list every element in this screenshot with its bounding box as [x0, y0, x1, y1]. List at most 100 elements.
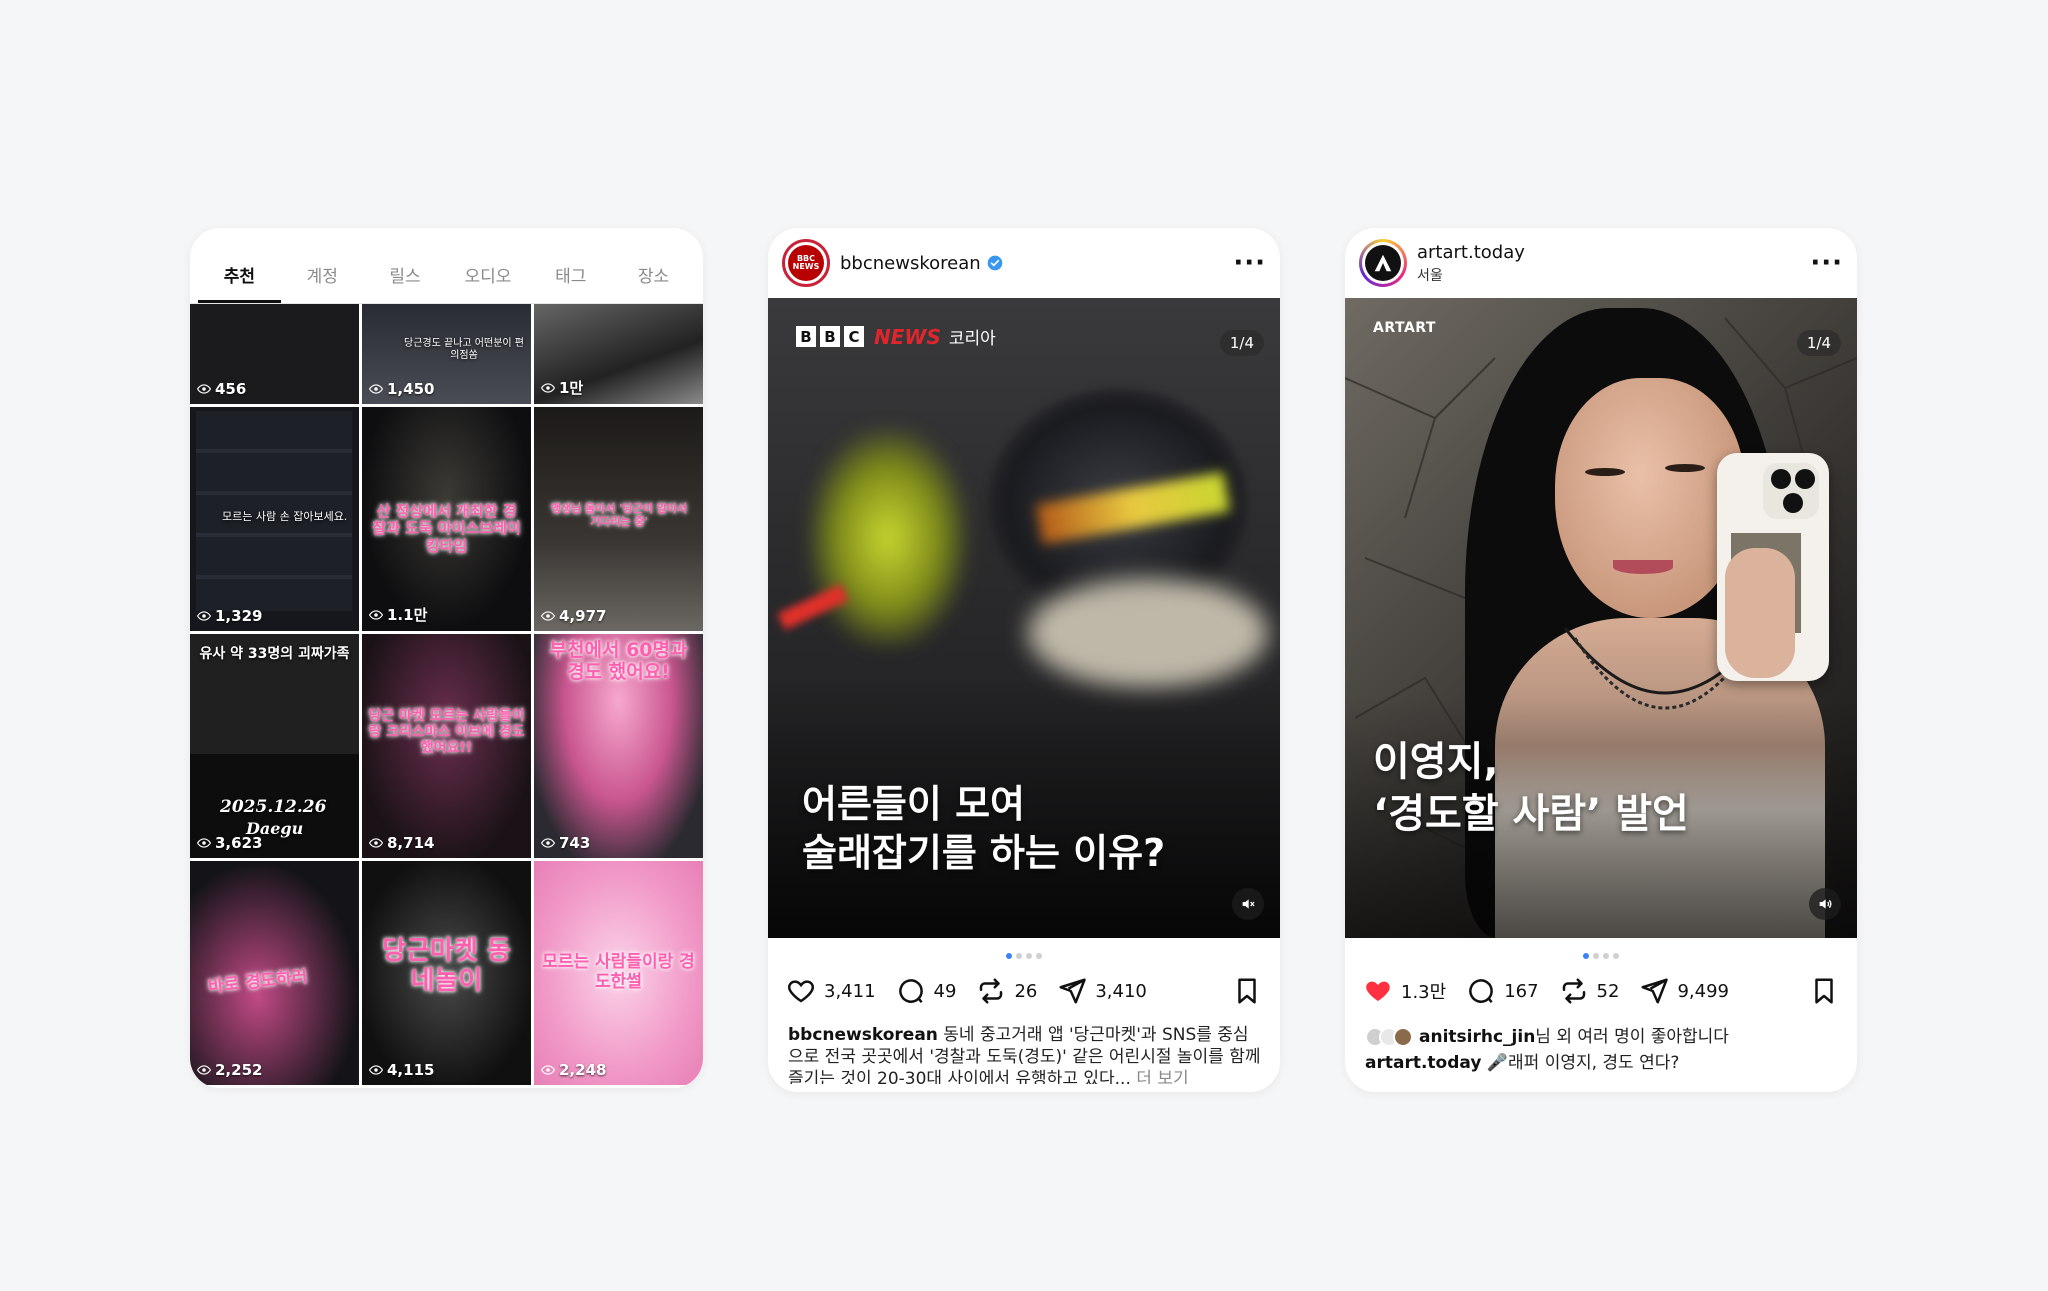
eye-left — [1585, 468, 1625, 476]
post-caption: bbcnewskorean 동네 중고거래 앱 '당근마켓'과 SNS를 중심으… — [788, 1024, 1262, 1084]
liker-avatars[interactable] — [1365, 1027, 1413, 1048]
eye-right — [1665, 464, 1705, 472]
bookmark-icon — [1238, 978, 1256, 1004]
grid-tile[interactable]: 456 — [190, 304, 359, 404]
sound-on-icon[interactable] — [1809, 888, 1841, 920]
artart-logo-icon — [1365, 245, 1401, 281]
share-button[interactable]: 9,499 — [1639, 976, 1729, 1006]
view-count: 1,329 — [197, 607, 262, 625]
mute-icon[interactable] — [1232, 888, 1264, 920]
tab-recommended[interactable]: 추천 — [198, 262, 281, 303]
eye-icon — [197, 838, 211, 848]
like-button[interactable]: 1.3만 — [1363, 976, 1446, 1006]
more-options-icon[interactable]: ··· — [1810, 250, 1843, 276]
heart-icon — [788, 980, 814, 1003]
like-button[interactable]: 3,411 — [786, 976, 876, 1006]
send-icon — [1641, 978, 1669, 1004]
post-header: artart.today 서울 ··· — [1345, 228, 1857, 298]
grid-tile[interactable]: 1만 — [534, 304, 703, 404]
explore-grid-card: 추천 계정 릴스 오디오 태그 장소 456 당근경도 끝나고 어떤분이 편의점… — [190, 228, 703, 1088]
account-name[interactable]: bbcnewskorean — [840, 253, 1003, 274]
post-header: BBC NEWS bbcnewskorean ··· — [768, 228, 1280, 298]
tab-tags[interactable]: 태그 — [529, 262, 612, 303]
grid-tile[interactable]: 당근마켓 동네놀이 4,115 — [362, 861, 531, 1085]
post-media[interactable]: B B C NEWS 코리아 1/4 어른들이 모여 술래잡기를 하는 이유? — [768, 298, 1280, 938]
bookmark-icon — [1815, 978, 1833, 1004]
view-count: 3,623 — [197, 834, 262, 852]
grid-tile[interactable]: 당근 마켓 모르는 사람들이랑 크리스마스 이브에 경도했어요!! 8,714 — [362, 634, 531, 858]
brand-label: ARTART — [1373, 320, 1436, 336]
repost-icon — [1562, 978, 1585, 1004]
liker-username[interactable]: anitsirhc_jin — [1419, 1027, 1535, 1047]
grid-tile[interactable]: 당근경도 끝나고 어떤분이 편의점쏨 1,450 — [362, 304, 531, 404]
comment-button[interactable]: 167 — [1466, 976, 1539, 1006]
view-count: 1.1만 — [369, 604, 427, 625]
hand — [1725, 548, 1795, 678]
grid-tile[interactable]: 바로 경도하러 2,252 — [190, 861, 359, 1085]
carousel-dots — [768, 953, 1280, 959]
avatar[interactable]: BBC NEWS — [782, 239, 830, 287]
send-icon — [1059, 978, 1087, 1004]
comment-icon — [1469, 979, 1494, 1004]
liked-by-line: anitsirhc_jin님 외 여러 명이 좋아합니다 — [1365, 1026, 1839, 1048]
eye-icon — [541, 382, 555, 393]
repost-icon — [980, 978, 1003, 1004]
comment-icon — [898, 979, 923, 1004]
slide-counter: 1/4 — [1219, 330, 1264, 356]
view-count: 1,450 — [369, 380, 434, 398]
view-count: 2,248 — [541, 1061, 606, 1079]
share-button[interactable]: 3,410 — [1057, 976, 1147, 1006]
bookmark-button[interactable] — [1232, 976, 1262, 1006]
bookmark-button[interactable] — [1809, 976, 1839, 1006]
bbc-post-card: BBC NEWS bbcnewskorean ··· B B C NEWS 코리… — [768, 228, 1280, 1092]
view-count: 4,115 — [369, 1061, 434, 1079]
avatar[interactable] — [1359, 239, 1407, 287]
action-bar: 3,411 49 26 3,410 — [786, 976, 1262, 1006]
artart-post-card: artart.today 서울 ··· ARTART 1/4 이영지, ‘경도할… — [1345, 228, 1857, 1092]
eye-icon — [369, 384, 383, 394]
view-count: 1만 — [541, 377, 583, 398]
view-count: 743 — [541, 834, 590, 852]
eye-icon — [541, 611, 555, 621]
slide-counter: 1/4 — [1796, 330, 1841, 356]
eye-icon — [541, 1065, 555, 1075]
heart-filled-icon — [1366, 981, 1390, 1001]
view-count: 8,714 — [369, 834, 434, 852]
grid-tile[interactable]: 유사 약 33명의 괴짜가족 2025.12.26 Daegu 3,623 — [190, 634, 359, 858]
eye-icon — [541, 838, 555, 848]
tab-reels[interactable]: 릴스 — [364, 262, 447, 303]
post-caption: artart.today 🎤래퍼 이영지, 경도 연다? — [1365, 1053, 1680, 1073]
blurred-arm — [1028, 578, 1268, 688]
explore-tabs: 추천 계정 릴스 오디오 태그 장소 — [190, 228, 703, 304]
grid-tile[interactable]: 맹생님 돌아서 '당근이 알아서 기다리는 중' 4,977 — [534, 407, 703, 631]
eye-icon — [369, 838, 383, 848]
view-count: 456 — [197, 380, 246, 398]
tab-audio[interactable]: 오디오 — [446, 262, 529, 303]
tab-accounts[interactable]: 계정 — [281, 262, 364, 303]
grid-tile[interactable]: 부천에서 60명과 경도 했어요! 743 — [534, 634, 703, 858]
tab-places[interactable]: 장소 — [612, 262, 695, 303]
explore-grid: 456 당근경도 끝나고 어떤분이 편의점쏨 1,450 1만 모르는 사람 손… — [190, 304, 703, 1085]
eye-icon — [197, 611, 211, 621]
bbc-logo: BBC NEWS — [788, 245, 824, 281]
eye-icon — [197, 1065, 211, 1075]
post-media[interactable]: ARTART 1/4 이영지, ‘경도할 사람’ 발언 — [1345, 298, 1857, 938]
action-bar: 1.3만 167 52 9,499 — [1363, 976, 1839, 1006]
carousel-dots — [1345, 953, 1857, 959]
motion-figure — [808, 428, 968, 648]
comment-button[interactable]: 49 — [896, 976, 956, 1006]
account-name[interactable]: artart.today — [1417, 242, 1525, 263]
grid-tile[interactable]: 모르는 사람들이랑 경도한썰 2,248 — [534, 861, 703, 1085]
headline: 어른들이 모여 술래잡기를 하는 이유? — [802, 782, 1166, 876]
more-link[interactable]: 더 보기 — [1136, 1069, 1188, 1084]
grid-tile[interactable]: 산 정상에서 개최한 경찰과 도둑 아이스브레이킹타임 1.1만 — [362, 407, 531, 631]
bbc-news-korea-brand: B B C NEWS 코리아 — [796, 324, 996, 349]
view-count: 4,977 — [541, 607, 606, 625]
grid-tile[interactable]: 모르는 사람 손 잡아보세요. 1,329 — [190, 407, 359, 631]
location[interactable]: 서울 — [1417, 265, 1525, 285]
repost-button[interactable]: 52 — [1559, 976, 1619, 1006]
more-options-icon[interactable]: ··· — [1233, 250, 1266, 276]
lips — [1613, 560, 1673, 574]
eye-icon — [197, 384, 211, 394]
repost-button[interactable]: 26 — [976, 976, 1037, 1006]
